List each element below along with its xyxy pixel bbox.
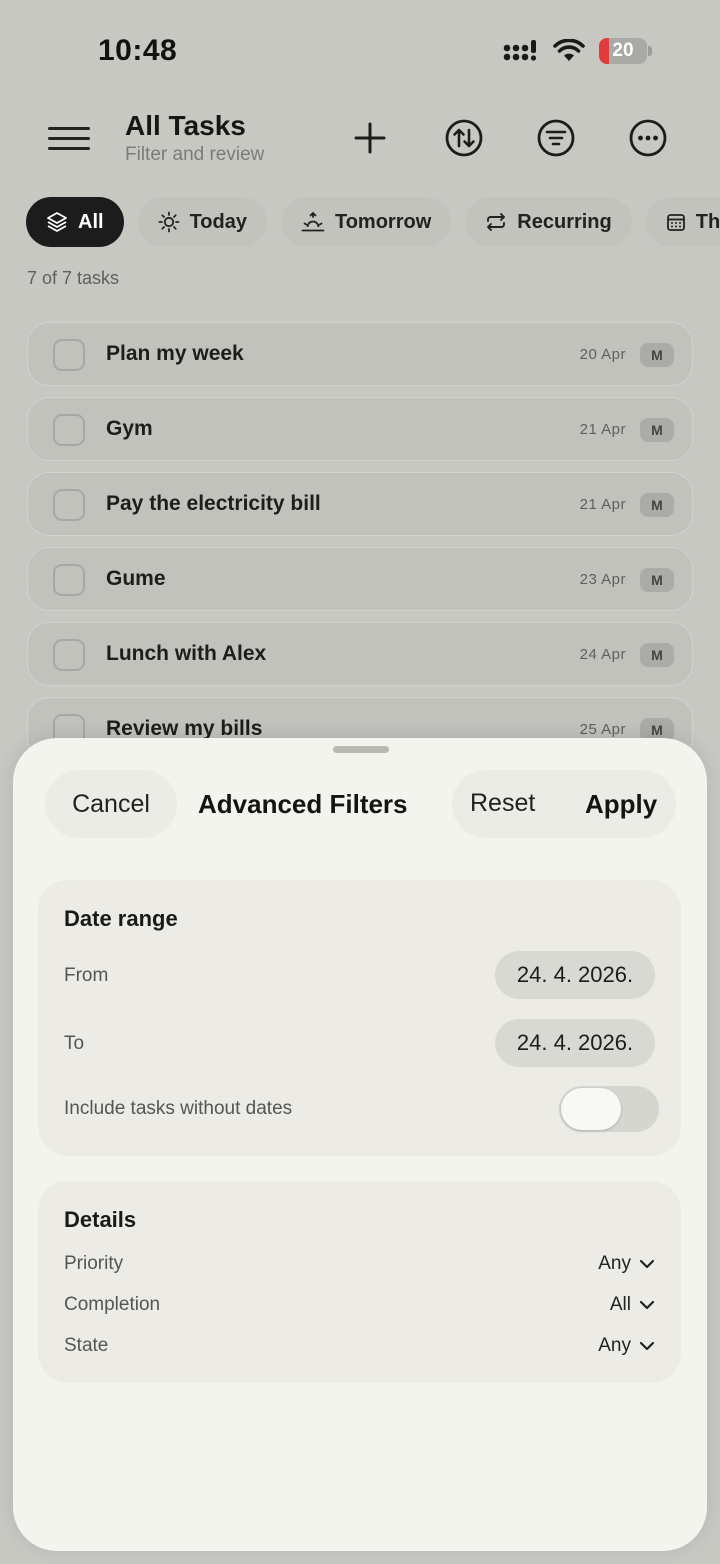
chip-all[interactable]: All [26,197,124,247]
add-task-button[interactable] [348,116,392,160]
reset-button[interactable]: Reset [470,789,535,818]
page-subtitle: Filter and review [125,144,265,165]
from-label: From [64,965,109,986]
battery-cap [648,46,652,56]
wifi-icon [553,39,585,61]
task-badge: M [640,643,674,667]
task-date: 25 Apr [579,721,626,738]
task-badge: M [640,418,674,442]
task-checkbox[interactable] [53,489,85,521]
chip-recurring[interactable]: Recurring [465,197,632,247]
sheet-actions: Reset Apply [452,770,676,838]
task-date: 24 Apr [579,646,626,663]
sheet-title: Advanced Filters [198,789,408,819]
chevron-down-icon [639,1300,655,1310]
filter-button[interactable] [534,116,578,160]
task-date: 20 Apr [579,346,626,363]
task-name: Gume [106,567,166,590]
more-options-button[interactable] [626,116,670,160]
task-badge: M [640,568,674,592]
task-date: 23 Apr [579,571,626,588]
task-checkbox[interactable] [53,339,85,371]
menu-icon [48,126,90,130]
menu-button[interactable] [48,118,90,158]
sort-button[interactable] [442,116,486,160]
status-indicators: 20 [503,38,652,64]
completion-value: All [609,1294,631,1315]
chip-tomorrow-label: Tomorrow [334,210,432,233]
task-checkbox[interactable] [53,414,85,446]
date-range-title: Date range [64,906,178,931]
calendar-icon [666,214,685,231]
task-checkbox[interactable] [53,564,85,596]
chip-tomorrow[interactable]: Tomorrow [280,197,452,247]
app-screen: 10:48 20 All Tasks Filter and review All… [0,0,720,1564]
to-label: To [64,1033,85,1054]
cellular-signal-icon [503,40,537,61]
task-badge: M [640,343,674,367]
sort-arrows-icon [445,119,483,157]
chip-today-label: Today [189,210,247,233]
state-value: Any [598,1335,631,1356]
task-count: 7 of 7 tasks [27,268,120,288]
include-undated-toggle[interactable] [559,1086,659,1132]
from-date-picker[interactable]: 24. 4. 2026. [495,951,655,999]
task-name: Pay the electricity bill [106,492,321,515]
details-card: Details Priority Any Completion All Stat… [38,1181,681,1383]
apply-button[interactable]: Apply [585,789,657,820]
details-title: Details [64,1207,137,1232]
battery-percent: 20 [612,40,634,61]
ellipsis-icon [629,119,667,157]
status-time: 10:48 [98,34,178,67]
priority-value: Any [598,1253,631,1274]
chip-all-label: All [78,210,104,233]
chip-this-label: This [695,210,720,233]
chevron-down-icon [639,1341,655,1351]
chip-today[interactable]: Today [137,197,267,247]
task-row[interactable]: Plan my week 20 Apr M [27,322,693,386]
task-name: Lunch with Alex [106,642,267,665]
toggle-knob [561,1088,621,1130]
plus-icon [354,122,386,154]
task-row[interactable]: Gym 21 Apr M [27,397,693,461]
state-label: State [64,1335,109,1356]
filter-chips: All Today Tomorrow Recurring Th [26,197,720,247]
task-badge: M [640,493,674,517]
advanced-filters-sheet: Cancel Advanced Filters Reset Apply Date… [13,738,707,1551]
completion-label: Completion [64,1294,161,1315]
task-row[interactable]: Lunch with Alex 24 Apr M [27,622,693,686]
priority-select[interactable]: Any [598,1253,655,1275]
include-undated-label: Include tasks without dates [64,1098,293,1119]
repeat-icon [487,213,506,231]
page-title: All Tasks [125,110,246,141]
completion-select[interactable]: All [610,1294,655,1316]
sheet-grabber[interactable] [333,746,389,753]
cancel-button[interactable]: Cancel [45,770,177,838]
task-row[interactable]: Pay the electricity bill 21 Apr M [27,472,693,536]
layers-icon [47,212,67,232]
chip-this[interactable]: This [645,197,720,247]
to-date-picker[interactable]: 24. 4. 2026. [495,1019,655,1067]
task-name: Gym [106,417,153,440]
sun-icon [158,211,179,233]
task-checkbox[interactable] [53,639,85,671]
sunrise-icon [301,211,325,232]
priority-label: Priority [64,1253,124,1274]
task-name: Plan my week [106,342,244,365]
task-date: 21 Apr [579,421,626,438]
battery-indicator: 20 [599,38,647,64]
task-row[interactable]: Gume 23 Apr M [27,547,693,611]
state-select[interactable]: Any [598,1335,655,1357]
filter-icon [537,119,575,157]
chip-recurring-label: Recurring [517,210,612,233]
chevron-down-icon [639,1259,655,1269]
task-date: 21 Apr [579,496,626,513]
date-range-card: Date range From 24. 4. 2026. To 24. 4. 2… [38,880,681,1156]
battery-fill [599,38,609,64]
